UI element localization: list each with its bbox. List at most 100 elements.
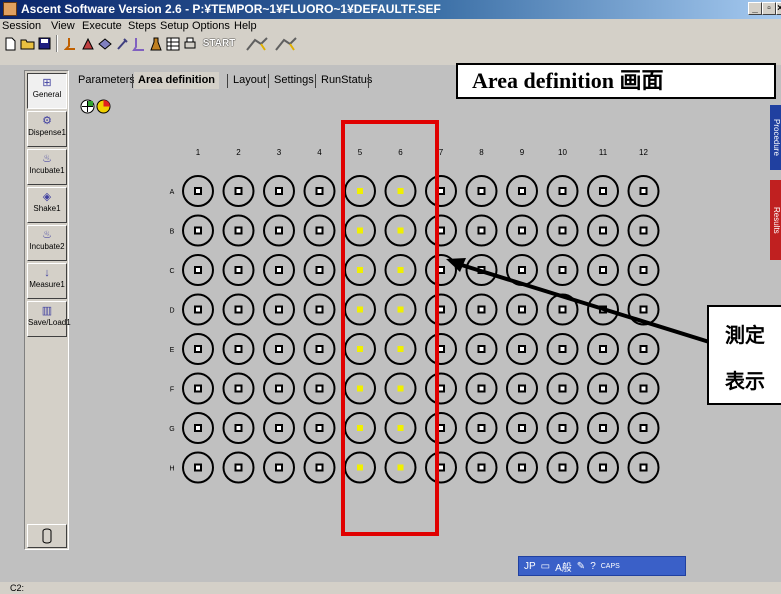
step-dispense1[interactable]: ⚙ Dispense1: [27, 111, 67, 147]
well-E8[interactable]: [465, 333, 498, 365]
well-G4[interactable]: [303, 412, 336, 444]
well-D2[interactable]: [222, 293, 255, 326]
menu-session[interactable]: Session: [2, 20, 41, 32]
plate-color-icon[interactable]: [96, 99, 111, 114]
minimize-button[interactable]: _: [748, 2, 762, 15]
well-B2[interactable]: [222, 214, 255, 247]
well-A1[interactable]: [182, 175, 214, 207]
well-A7[interactable]: [425, 175, 457, 207]
well-H4[interactable]: [303, 451, 336, 484]
well-A2[interactable]: [222, 175, 255, 207]
well-D4[interactable]: [303, 293, 336, 326]
ime-mode[interactable]: A般: [555, 559, 572, 574]
menu-help[interactable]: Help: [234, 20, 257, 32]
well-G5[interactable]: [344, 412, 376, 444]
well-C10[interactable]: [546, 254, 579, 286]
well-F11[interactable]: [587, 372, 619, 405]
shake-icon[interactable]: [96, 35, 113, 52]
well-E5[interactable]: [344, 333, 376, 365]
menu-options[interactable]: Options: [192, 20, 230, 32]
well-F3[interactable]: [263, 372, 295, 405]
well-D3[interactable]: [263, 293, 295, 326]
column-label[interactable]: 11: [599, 148, 608, 157]
well-A11[interactable]: [587, 175, 619, 207]
well-G10[interactable]: [546, 412, 579, 444]
well-E7[interactable]: [425, 333, 457, 365]
well-D1[interactable]: [182, 293, 214, 326]
well-G6[interactable]: [384, 412, 417, 444]
open-folder-icon[interactable]: [19, 35, 36, 52]
well-F7[interactable]: [425, 372, 457, 405]
well-H8[interactable]: [465, 451, 498, 484]
well-D9[interactable]: [506, 293, 538, 326]
well-D10[interactable]: [546, 293, 579, 326]
well-C1[interactable]: [182, 254, 214, 286]
step-save-load1[interactable]: ▥ Save/Load1: [27, 301, 71, 337]
ime-language[interactable]: JP: [524, 561, 536, 572]
well-E10[interactable]: [546, 333, 579, 365]
well-B12[interactable]: [627, 214, 660, 247]
dispense-icon[interactable]: [62, 35, 79, 52]
tab-layout[interactable]: Layout: [229, 72, 270, 89]
well-G9[interactable]: [506, 412, 538, 444]
row-label[interactable]: B: [170, 229, 175, 236]
well-F2[interactable]: [222, 372, 255, 405]
keyboard-icon[interactable]: ▭: [541, 561, 550, 572]
step-measure1[interactable]: ↓ Measure1: [27, 263, 67, 299]
row-label[interactable]: F: [170, 387, 174, 394]
well-B1[interactable]: [182, 214, 214, 247]
well-G3[interactable]: [263, 412, 295, 444]
well-D11[interactable]: [587, 293, 619, 326]
well-C12[interactable]: [627, 254, 660, 286]
well-G2[interactable]: [222, 412, 255, 444]
well-B4[interactable]: [303, 214, 336, 247]
table-icon[interactable]: [164, 35, 181, 52]
menu-view[interactable]: View: [51, 20, 75, 32]
well-H5[interactable]: [344, 451, 376, 484]
well-H1[interactable]: [182, 451, 214, 484]
well-D5[interactable]: [344, 293, 376, 326]
well-F8[interactable]: [465, 372, 498, 405]
well-F10[interactable]: [546, 372, 579, 405]
tab-results[interactable]: Results: [770, 180, 781, 260]
well-A5[interactable]: [344, 175, 376, 207]
well-F12[interactable]: [627, 372, 660, 405]
tools-icon[interactable]: ✎: [577, 561, 585, 572]
maximize-button[interactable]: ▫: [762, 2, 776, 15]
well-E2[interactable]: [222, 333, 255, 365]
column-label[interactable]: 2: [236, 148, 241, 157]
well-F4[interactable]: [303, 372, 336, 405]
column-label[interactable]: 1: [196, 148, 201, 157]
well-E12[interactable]: [627, 333, 660, 365]
column-label[interactable]: 7: [439, 148, 444, 157]
well-E1[interactable]: [182, 333, 214, 365]
well-G8[interactable]: [465, 412, 498, 444]
new-file-icon[interactable]: [2, 35, 19, 52]
well-H6[interactable]: [384, 451, 417, 484]
well-D12[interactable]: [627, 293, 660, 326]
step-incubate1[interactable]: ♨ Incubate1: [27, 149, 67, 185]
column-label[interactable]: 12: [639, 148, 648, 157]
column-label[interactable]: 10: [558, 148, 567, 157]
tab-parameters[interactable]: Parameters: [74, 72, 139, 89]
well-D6[interactable]: [384, 293, 417, 326]
well-C11[interactable]: [587, 254, 619, 286]
robot-arm-icon[interactable]: [245, 35, 269, 52]
well-A3[interactable]: [263, 175, 295, 207]
well-D8[interactable]: [465, 293, 498, 326]
row-label[interactable]: E: [170, 347, 175, 354]
step-incubate2[interactable]: ♨ Incubate2: [27, 225, 67, 261]
well-B7[interactable]: [425, 214, 457, 247]
well-E4[interactable]: [303, 333, 336, 365]
well-B9[interactable]: [506, 214, 538, 247]
well-C7[interactable]: [425, 254, 457, 286]
well-H2[interactable]: [222, 451, 255, 484]
menu-steps[interactable]: Steps: [128, 20, 156, 32]
well-D7[interactable]: [425, 293, 457, 326]
row-label[interactable]: H: [169, 466, 174, 473]
well-H12[interactable]: [627, 451, 660, 484]
robot-arm-alt-icon[interactable]: [274, 35, 298, 52]
well-G11[interactable]: [587, 412, 619, 444]
well-F5[interactable]: [344, 372, 376, 405]
tab-settings[interactable]: Settings: [270, 72, 318, 89]
